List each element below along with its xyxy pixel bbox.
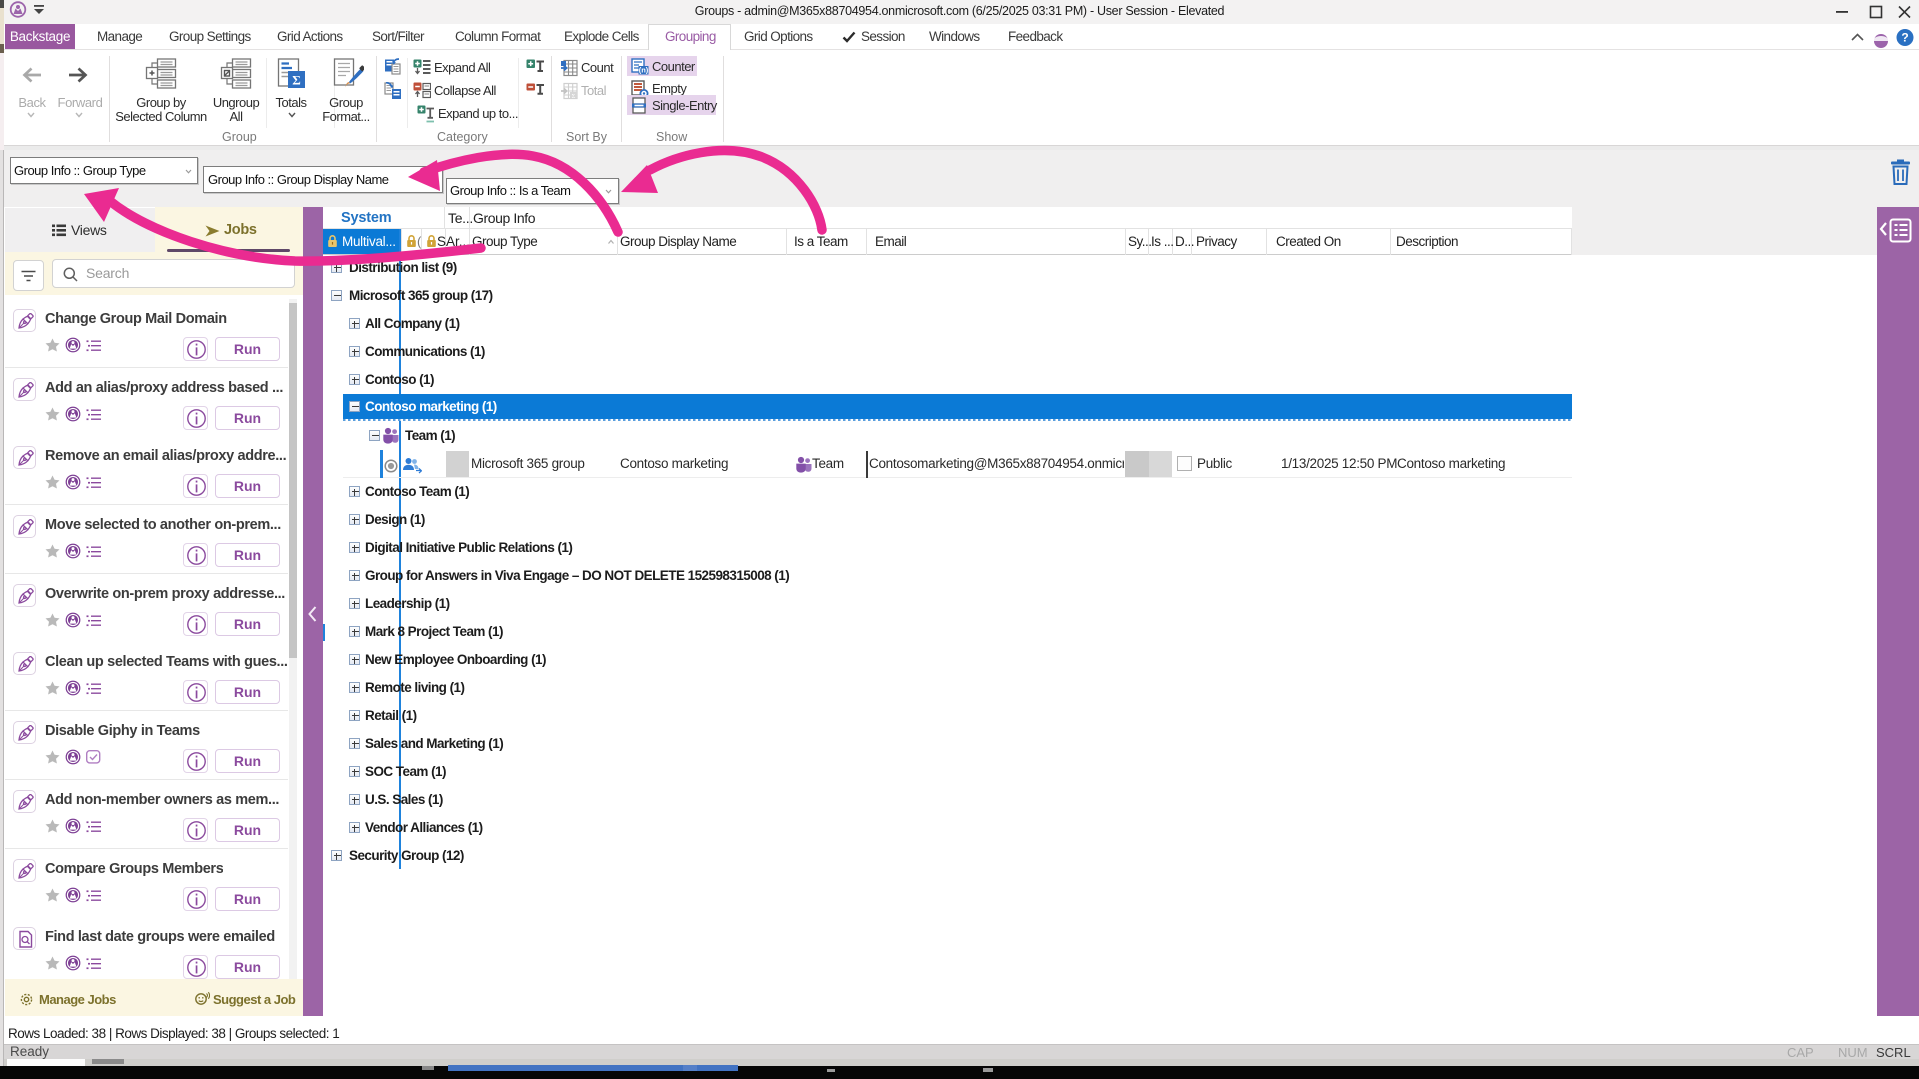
svg-text:(n): (n) [639,66,649,75]
svg-text:Σ: Σ [292,73,301,88]
svg-text:Σ: Σ [572,93,576,100]
svg-text:?: ? [1901,31,1908,45]
